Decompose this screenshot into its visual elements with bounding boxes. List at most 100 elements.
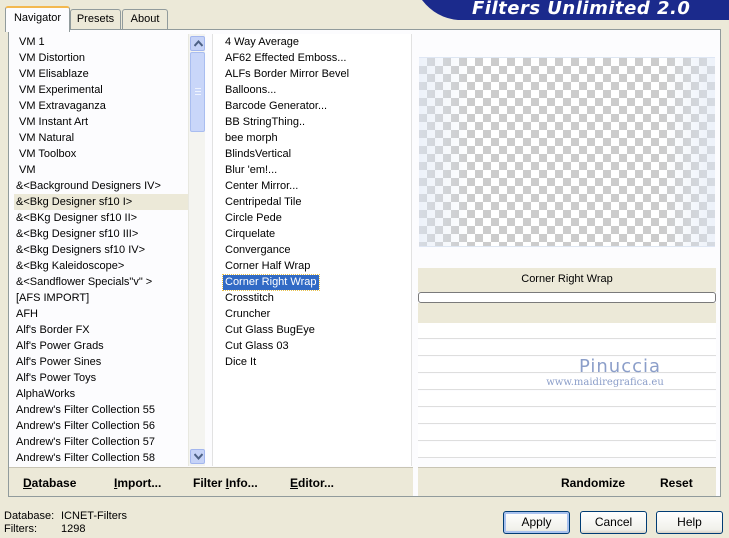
category-item[interactable]: Alf's Power Sines (14, 354, 188, 370)
category-item[interactable]: Andrew's Filter Collection 58 (14, 450, 188, 466)
category-item[interactable]: VM Toolbox (14, 146, 188, 162)
reset-button[interactable]: Reset (660, 476, 693, 490)
left-toolbar: Database Import... Filter Info... Editor… (9, 467, 413, 496)
tab-navigator[interactable]: Navigator (5, 6, 70, 32)
tab-about[interactable]: About (122, 9, 168, 30)
filter-item[interactable]: Centripedal Tile (213, 194, 411, 210)
filter-item-label: Cruncher (225, 308, 271, 320)
filter-item[interactable]: ALFs Border Mirror Bevel (213, 66, 411, 82)
filter-item[interactable]: AF62 Effected Emboss... (213, 50, 411, 66)
category-item[interactable]: VM Natural (14, 130, 188, 146)
import-button[interactable]: Import... (114, 476, 161, 490)
chevron-down-icon (194, 453, 203, 460)
filter-item-label: Dice It (225, 356, 257, 368)
filter-item[interactable]: Crosstitch (213, 290, 411, 306)
chevron-up-icon (194, 40, 203, 47)
parameter-row (418, 408, 716, 424)
filter-item[interactable]: Balloons... (213, 82, 411, 98)
filter-item[interactable]: bee morph (213, 130, 411, 146)
filter-item-label: ALFs Border Mirror Bevel (225, 68, 350, 80)
database-label: Database: (4, 510, 55, 522)
filter-item[interactable]: Barcode Generator... (213, 98, 411, 114)
filter-item[interactable]: Corner Right Wrap (213, 274, 411, 291)
filter-item-label: AF62 Effected Emboss... (225, 52, 347, 64)
category-item[interactable]: [AFS IMPORT] (14, 290, 188, 306)
category-item[interactable]: AlphaWorks (14, 386, 188, 402)
filter-item-label: Barcode Generator... (225, 100, 328, 112)
filter-item[interactable]: 4 Way Average (213, 34, 411, 50)
scroll-thumb[interactable] (190, 52, 205, 132)
filter-item-label: BlindsVertical (225, 148, 292, 160)
filter-item[interactable]: Dice It (213, 354, 411, 370)
category-item[interactable]: &<Bkg Designer sf10 I> (14, 194, 188, 210)
filter-item[interactable]: BB StringThing.. (213, 114, 411, 130)
database-button[interactable]: Database (23, 476, 76, 490)
filter-item[interactable]: Corner Half Wrap (213, 258, 411, 274)
category-item[interactable]: VM Experimental (14, 82, 188, 98)
app-title-banner: Filters Unlimited 2.0 (422, 0, 729, 20)
category-item[interactable]: VM Elisablaze (14, 66, 188, 82)
right-toolbar: Randomize Reset (418, 467, 716, 496)
category-item[interactable]: AFH (14, 306, 188, 322)
preview-overlay (419, 57, 715, 247)
tab-presets[interactable]: Presets (70, 9, 121, 30)
editor-button[interactable]: Editor... (290, 476, 334, 490)
filter-item-label: 4 Way Average (225, 36, 299, 48)
filter-item-label: Blur 'em!... (225, 164, 278, 176)
category-item[interactable]: &<BKg Designer sf10 II> (14, 210, 188, 226)
category-item[interactable]: VM (14, 162, 188, 178)
category-scrollbar[interactable] (188, 34, 205, 466)
category-item[interactable]: Alf's Power Grads (14, 338, 188, 354)
filter-item-label: Cut Glass 03 (225, 340, 289, 352)
filter-item-label: Cirquelate (225, 228, 276, 240)
category-item[interactable]: VM 1 (14, 34, 188, 50)
parameter-row (418, 391, 716, 407)
filter-item[interactable]: Cut Glass BugEye (213, 322, 411, 338)
filter-item-label: bee morph (225, 132, 278, 144)
filter-item[interactable]: Cruncher (213, 306, 411, 322)
app-title: Filters Unlimited 2.0 (472, 0, 691, 19)
scroll-down-button[interactable] (190, 449, 205, 464)
filter-item-label: Balloons... (225, 84, 277, 96)
filter-item-label: Center Mirror... (225, 180, 299, 192)
category-item[interactable]: Alf's Power Toys (14, 370, 188, 386)
filter-item[interactable]: BlindsVertical (213, 146, 411, 162)
category-item[interactable]: Alf's Border FX (14, 322, 188, 338)
category-item[interactable]: VM Instant Art (14, 114, 188, 130)
category-item[interactable]: &<Bkg Kaleidoscope> (14, 258, 188, 274)
filter-item[interactable]: Convergance (213, 242, 411, 258)
watermark-url: www.maidiregrafica.eu (546, 377, 664, 388)
category-item[interactable]: VM Extravaganza (14, 98, 188, 114)
watermark-name: Pinuccia (578, 356, 662, 377)
filter-item[interactable]: Circle Pede (213, 210, 411, 226)
parameter-row (418, 425, 716, 441)
category-item[interactable]: &<Background Designers IV> (14, 178, 188, 194)
category-item[interactable]: VM Distortion (14, 50, 188, 66)
filters-count-label: Filters: (4, 523, 37, 535)
filter-name-display: Corner Right Wrap (418, 268, 716, 292)
category-item[interactable]: Andrew's Filter Collection 57 (14, 434, 188, 450)
category-item[interactable]: &<Bkg Designer sf10 III> (14, 226, 188, 242)
filter-item[interactable]: Center Mirror... (213, 178, 411, 194)
filter-item[interactable]: Blur 'em!... (213, 162, 411, 178)
cancel-button[interactable]: Cancel (580, 511, 647, 534)
filter-item-label: Convergance (225, 244, 291, 256)
filter-item-label: Corner Half Wrap (225, 260, 311, 272)
filter-item[interactable]: Cut Glass 03 (213, 338, 411, 354)
category-item[interactable]: Andrew's Filter Collection 55 (14, 402, 188, 418)
category-item[interactable]: &<Sandflower Specials"v" > (14, 274, 188, 290)
filter-item-label: Corner Right Wrap (222, 274, 320, 291)
filter-info-button[interactable]: Filter Info... (193, 476, 258, 490)
filter-list[interactable]: 4 Way Average AF62 Effected Emboss... ALFs… (212, 34, 412, 466)
filter-item[interactable]: Cirquelate (213, 226, 411, 242)
progress-spacer (418, 303, 716, 323)
parameter-row (418, 442, 716, 458)
category-list[interactable]: VM 1 VM Distortion VM Elisablaze VM Experim… (14, 34, 188, 466)
scroll-up-button[interactable] (190, 36, 205, 51)
apply-button[interactable]: Apply (503, 511, 570, 534)
category-item[interactable]: &<Bkg Designers sf10 IV> (14, 242, 188, 258)
randomize-button[interactable]: Randomize (561, 476, 625, 490)
help-button[interactable]: Help (656, 511, 723, 534)
category-item[interactable]: Andrew's Filter Collection 56 (14, 418, 188, 434)
filter-item-label: Crosstitch (225, 292, 274, 304)
